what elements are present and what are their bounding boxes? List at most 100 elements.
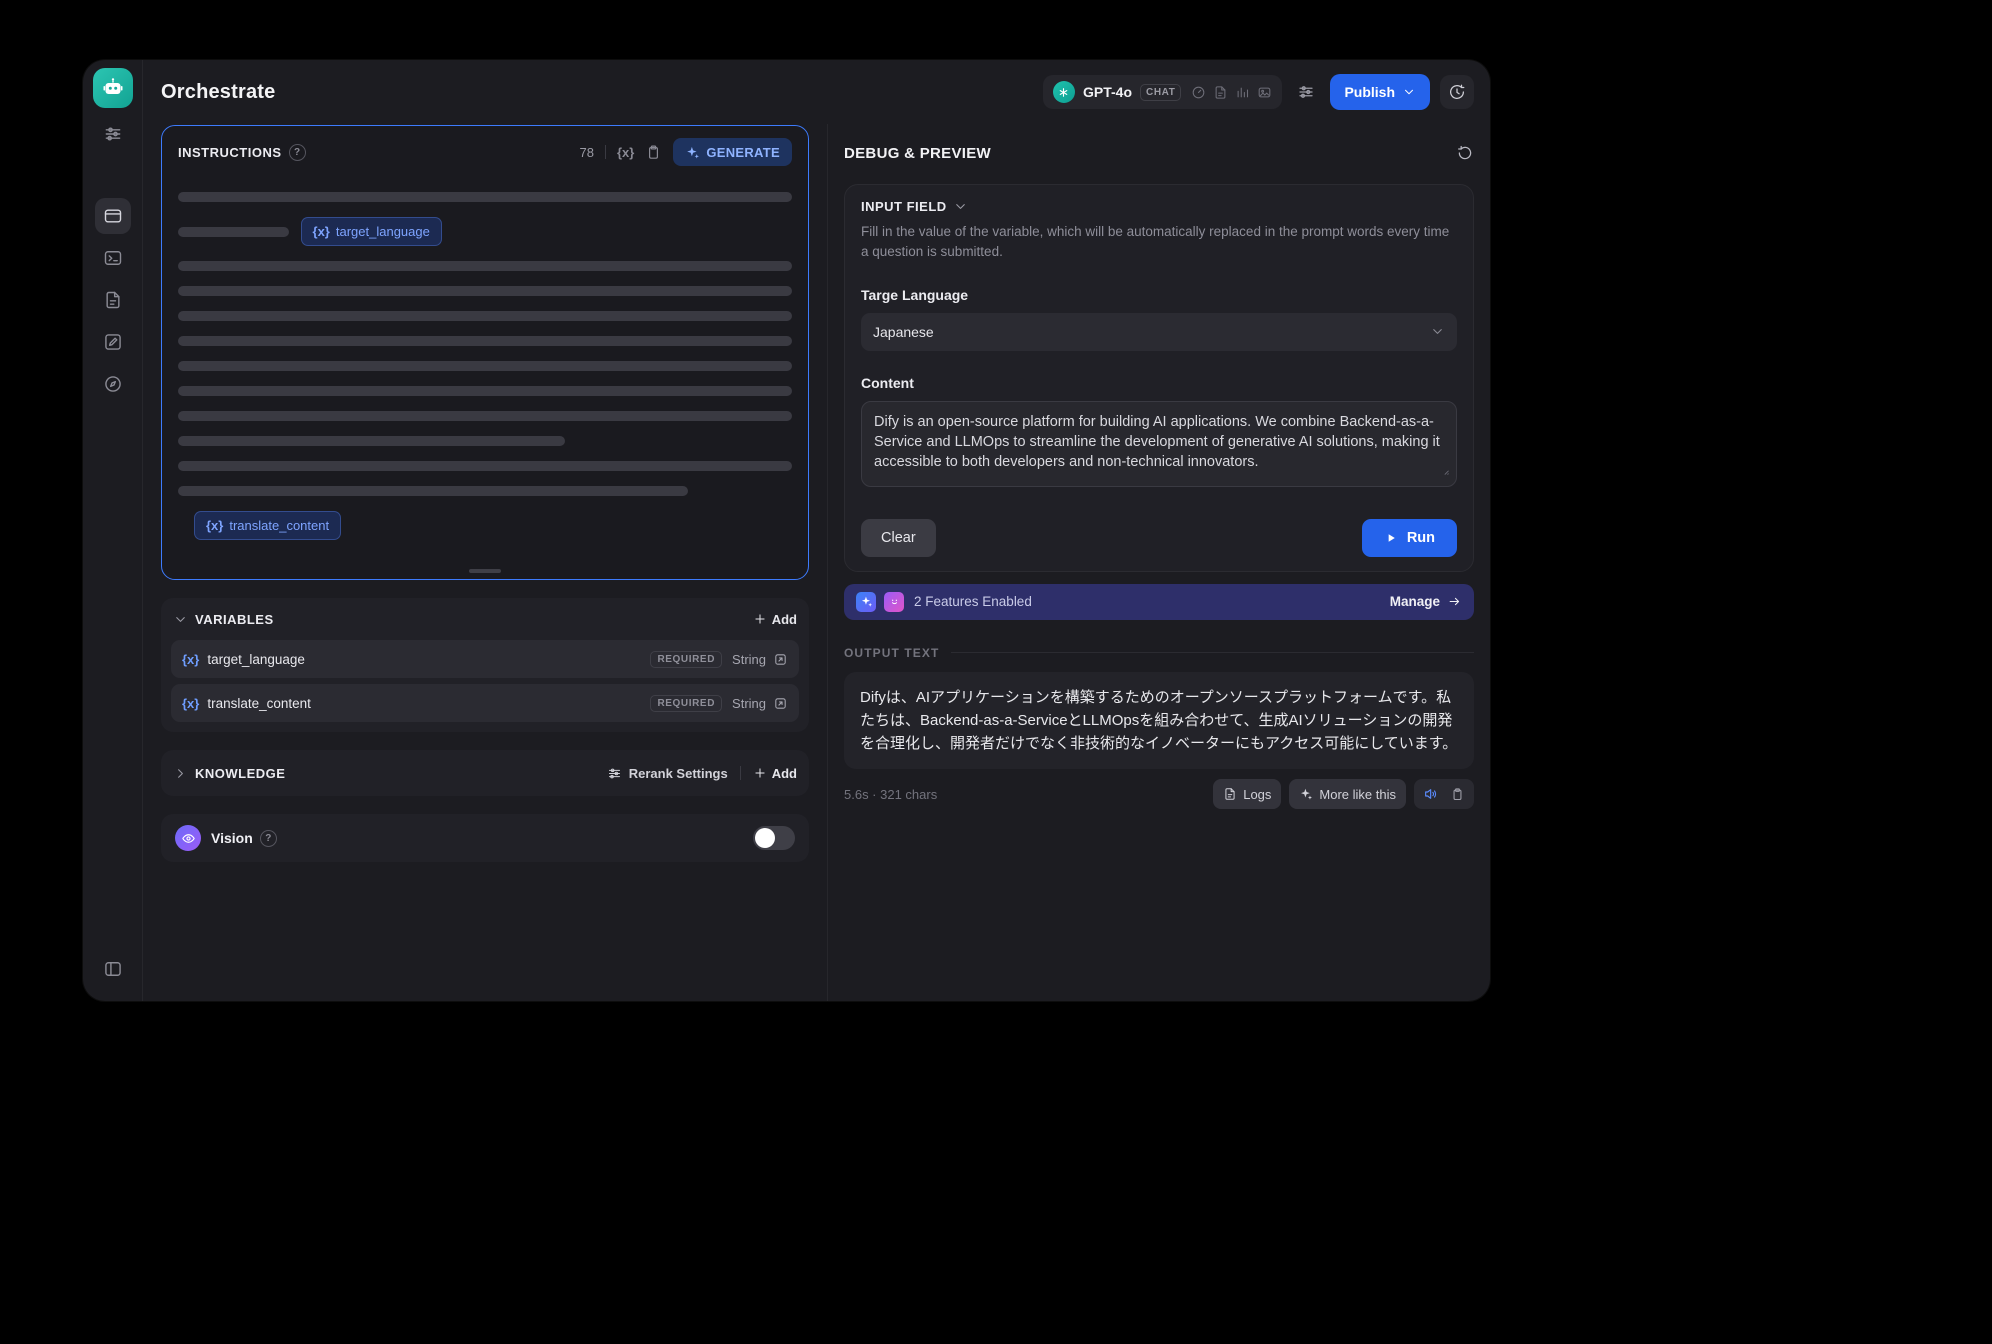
plus-icon — [753, 766, 767, 780]
clear-button[interactable]: Clear — [861, 519, 936, 557]
skeleton-row — [178, 192, 792, 202]
debug-preview-panel: DEBUG & PREVIEW INPUT FIELD Fill in the … — [828, 124, 1490, 1001]
variables-header[interactable]: VARIABLES Add — [161, 598, 809, 640]
app-window: Orchestrate GPT-4o CHAT — [83, 60, 1490, 1001]
variable-type-selector[interactable]: String — [732, 696, 788, 711]
sparkle-icon — [1299, 787, 1313, 801]
output-text-label: OUTPUT TEXT — [844, 646, 939, 660]
knowledge-header[interactable]: KNOWLEDGE Rerank Settings Add — [161, 750, 809, 796]
skeleton-row — [178, 336, 792, 346]
chevron-down-icon — [953, 199, 968, 214]
variable-row-translate-content[interactable]: {x} translate_content REQUIRED String — [171, 684, 799, 722]
required-badge: REQUIRED — [650, 651, 722, 668]
skeleton-row — [178, 411, 792, 421]
app-avatar[interactable] — [93, 68, 133, 108]
run-button[interactable]: Run — [1362, 519, 1457, 557]
header-actions: GPT-4o CHAT Publish — [1043, 74, 1474, 110]
reset-icon — [1456, 144, 1474, 162]
equalizer-icon — [1235, 85, 1250, 100]
compass-icon — [103, 374, 123, 394]
skeleton-row — [178, 461, 792, 471]
input-field-description: Fill in the value of the variable, which… — [861, 222, 1451, 263]
variable-chip-translate_content[interactable]: {x}translate_content — [194, 511, 341, 540]
vision-toggle[interactable] — [753, 826, 795, 850]
vision-eye-icon — [175, 825, 201, 851]
char-count: 78 — [580, 145, 594, 160]
skeleton-row — [178, 436, 792, 446]
textarea-resize-handle[interactable] — [1438, 463, 1451, 483]
editor-resize-handle[interactable] — [469, 569, 501, 573]
generate-button[interactable]: GENERATE — [673, 138, 792, 166]
skeleton-row: {x}translate_content — [178, 511, 792, 540]
insert-variable-button[interactable]: {x} — [617, 145, 634, 160]
logs-icon — [1223, 787, 1237, 801]
rail-logs-button[interactable] — [95, 282, 131, 318]
instructions-title: INSTRUCTIONS — [178, 145, 282, 160]
rerank-settings-button[interactable]: Rerank Settings — [607, 766, 728, 781]
variable-type-selector[interactable]: String — [732, 652, 788, 667]
robot-icon — [101, 76, 125, 100]
skeleton-row: {x}target_language — [178, 217, 792, 246]
variable-chip-target_language[interactable]: {x}target_language — [301, 217, 442, 246]
model-selector[interactable]: GPT-4o CHAT — [1043, 75, 1282, 109]
skeleton-bar — [178, 486, 688, 496]
add-label: Add — [772, 766, 797, 781]
skeleton-bar — [178, 411, 792, 421]
variable-row-meta: REQUIRED String — [650, 695, 788, 712]
variable-list: {x} target_language REQUIRED String — [161, 640, 809, 732]
variables-title: VARIABLES — [195, 612, 274, 627]
sliders-icon — [1297, 83, 1315, 101]
clear-label: Clear — [881, 530, 916, 546]
input-field-header[interactable]: INPUT FIELD — [861, 199, 1457, 214]
vision-help-icon[interactable]: ? — [260, 830, 277, 847]
debug-header: DEBUG & PREVIEW — [844, 144, 1474, 162]
rail-monitoring-button[interactable] — [95, 366, 131, 402]
features-enabled-text: 2 Features Enabled — [914, 594, 1032, 609]
add-variable-button[interactable]: Add — [753, 612, 797, 627]
skeleton-row — [178, 361, 792, 371]
instructions-editor[interactable]: INSTRUCTIONS ? 78 {x} GENERATE — [161, 125, 809, 580]
copy-output-button[interactable] — [1444, 781, 1470, 807]
version-history-button[interactable] — [1440, 75, 1474, 109]
content-value: Dify is an open-source platform for buil… — [874, 414, 1440, 470]
prompt-column: INSTRUCTIONS ? 78 {x} GENERATE — [143, 124, 827, 1001]
collapse-sidebar-button[interactable] — [95, 951, 131, 987]
variable-row-target-language[interactable]: {x} target_language REQUIRED String — [171, 640, 799, 678]
rail-app-config-button[interactable] — [95, 198, 131, 234]
required-badge: REQUIRED — [650, 695, 722, 712]
model-parameters-button[interactable] — [1292, 78, 1320, 106]
prompt-skeleton: {x}target_language {x}translate_content — [178, 192, 792, 540]
clipboard-icon — [1450, 787, 1465, 802]
speaker-icon — [1423, 786, 1439, 802]
more-like-this-button[interactable]: More like this — [1289, 779, 1406, 809]
content-textarea[interactable]: Dify is an open-source platform for buil… — [861, 401, 1457, 487]
plus-icon — [753, 612, 767, 626]
terminal-icon — [103, 248, 123, 268]
publish-button[interactable]: Publish — [1330, 74, 1430, 110]
toggle-knob — [755, 828, 775, 848]
skeleton-bar — [178, 286, 792, 296]
variable-type-label: String — [732, 696, 766, 711]
manage-features-button[interactable]: Manage — [1390, 594, 1462, 609]
add-knowledge-button[interactable]: Add — [753, 766, 797, 781]
rail-orchestrate-settings-button[interactable] — [95, 116, 131, 152]
skeleton-bar — [178, 261, 792, 271]
output-bubble: Difyは、AIアプリケーションを構築するためのオープンソースプラットフォームで… — [844, 672, 1474, 770]
arrow-right-icon — [1447, 594, 1462, 609]
open-type-icon — [773, 652, 788, 667]
annotation-edit-icon — [103, 332, 123, 352]
restart-debug-button[interactable] — [1456, 144, 1474, 162]
instructions-help-icon[interactable]: ? — [289, 144, 306, 161]
copy-clipboard-icon[interactable] — [645, 144, 662, 161]
skeleton-row — [178, 386, 792, 396]
target-language-select[interactable]: Japanese — [861, 313, 1457, 351]
skeleton-bar — [178, 192, 792, 202]
logs-button[interactable]: Logs — [1213, 779, 1281, 809]
text-to-speech-button[interactable] — [1418, 781, 1444, 807]
rail-annotations-button[interactable] — [95, 324, 131, 360]
vision-title: Vision — [211, 830, 253, 846]
output-footer: 5.6s · 321 chars Logs More like this — [844, 779, 1474, 809]
rail-api-access-button[interactable] — [95, 240, 131, 276]
select-chevron — [1430, 324, 1445, 339]
logs-document-icon — [103, 290, 123, 310]
